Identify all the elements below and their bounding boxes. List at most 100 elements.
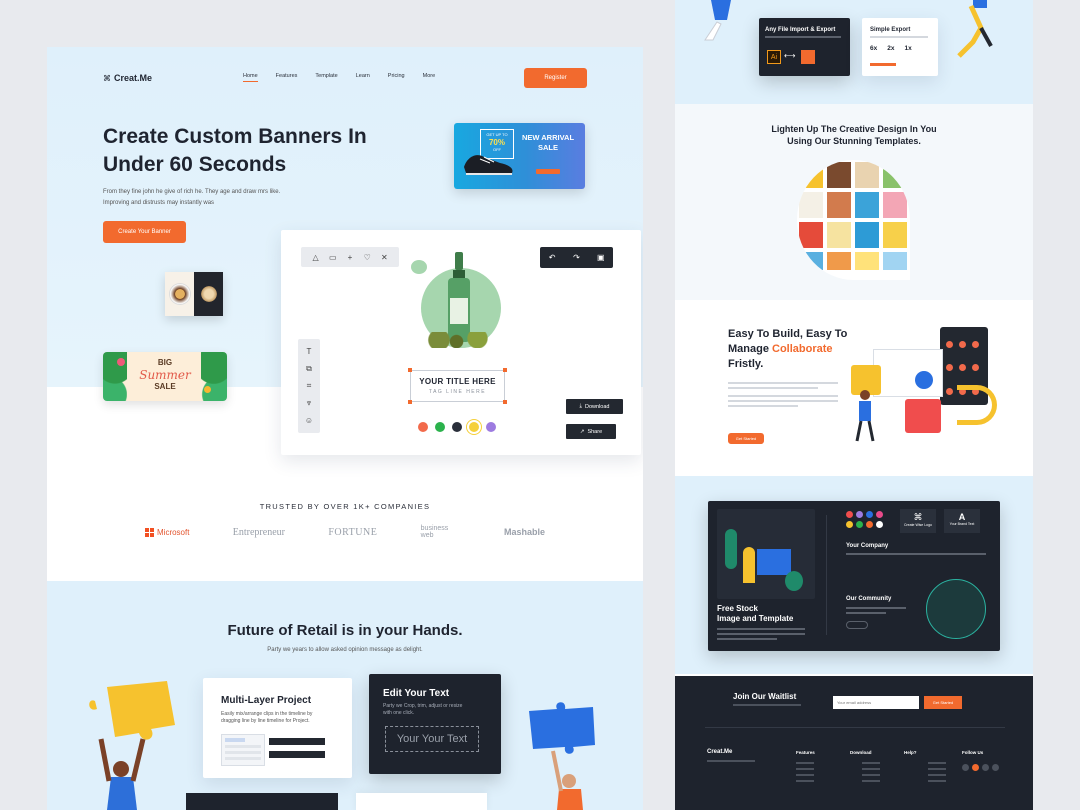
templates-gallery[interactable] <box>797 160 910 280</box>
template-thumb[interactable] <box>827 162 851 188</box>
color-swatch[interactable] <box>452 422 462 432</box>
footer-col-download: Download <box>850 750 872 755</box>
get-started-button[interactable]: Get Started <box>728 433 764 444</box>
share-button[interactable]: ↗ Share <box>566 424 616 439</box>
resize-handle[interactable] <box>408 368 412 372</box>
social-icon[interactable] <box>992 764 999 771</box>
logo-microsoft: Microsoft <box>145 527 189 537</box>
title-textbox[interactable]: YOUR TITLE HERE TAG LINE HERE <box>408 368 507 404</box>
history-toolbar: ↶ ↷ ▣ <box>540 247 613 268</box>
color-palette <box>418 422 496 432</box>
banner-title: NEW ARRIVAL SALE <box>521 133 575 152</box>
community-button[interactable] <box>846 621 868 629</box>
waitlist-desc <box>733 704 801 706</box>
export-size-1x[interactable]: 1x <box>904 45 911 52</box>
crop-icon[interactable]: ⌗ <box>304 381 314 391</box>
logo[interactable]: ⌘ Creat.Me <box>103 73 152 83</box>
template-thumb[interactable] <box>799 192 823 218</box>
register-button[interactable]: Register <box>524 68 587 88</box>
color-swatch[interactable] <box>486 422 496 432</box>
preview-card-dark <box>186 793 338 810</box>
person-illustration <box>855 390 875 442</box>
waitlist-email-input[interactable] <box>833 696 919 709</box>
illustrator-icon: Ai <box>767 50 781 64</box>
nav-pricing[interactable]: Pricing <box>388 73 405 82</box>
template-thumb[interactable] <box>799 222 823 248</box>
landing-page-right: Any File Import & Export Ai ⟷ Simple Exp… <box>675 0 1033 810</box>
nav-learn[interactable]: Learn <box>356 73 370 82</box>
resize-handle[interactable] <box>408 400 412 404</box>
shoe-image <box>460 147 516 177</box>
build-illustration <box>845 327 1000 447</box>
sample-text-box[interactable]: Your Your Text <box>385 726 479 752</box>
template-thumb[interactable] <box>855 252 879 270</box>
filter-icon[interactable]: ⩔ <box>304 398 314 408</box>
social-icon[interactable] <box>982 764 989 771</box>
olive-branch <box>425 332 495 348</box>
preview-card-light <box>356 793 487 810</box>
app-preview-light <box>873 349 943 397</box>
download-button[interactable]: ⤓ Download <box>566 399 623 414</box>
triangle-icon[interactable]: △ <box>311 252 321 262</box>
edit-text-desc: Party we Crop, trim, adjust or resize wi… <box>383 703 463 716</box>
nav-home[interactable]: Home <box>243 73 258 82</box>
banner-shop-button[interactable] <box>536 169 560 174</box>
template-thumb[interactable] <box>827 192 851 218</box>
redo-icon[interactable]: ↷ <box>571 253 581 263</box>
resize-handle[interactable] <box>503 400 507 404</box>
template-grid <box>797 160 910 272</box>
footer-logo[interactable]: Creat.Me <box>707 749 732 755</box>
puzzle-person-right <box>529 702 595 810</box>
stock-desc <box>717 628 805 640</box>
layers-icon[interactable]: ⧉ <box>304 364 314 374</box>
create-banner-button[interactable]: Create Your Banner <box>103 221 186 243</box>
template-thumb[interactable] <box>883 192 907 218</box>
nav-features[interactable]: Features <box>276 73 298 82</box>
logo-entrepreneur: Entrepreneur <box>232 526 285 538</box>
template-thumb[interactable] <box>827 252 851 270</box>
hand-illustration <box>957 385 997 425</box>
shoe-banner-ad[interactable]: GET UP TO 70% OFF NEW ARRIVAL SALE <box>454 123 585 189</box>
timeline-track[interactable] <box>269 738 325 745</box>
add-icon[interactable]: + <box>345 252 355 262</box>
template-thumb[interactable] <box>855 222 879 248</box>
undo-icon[interactable]: ↶ <box>547 253 557 263</box>
landing-page-left: ⌘ Creat.Me Home Features Template Learn … <box>47 47 643 810</box>
export-size-2x[interactable]: 2x <box>887 45 894 52</box>
product-image[interactable] <box>411 252 507 354</box>
template-thumb[interactable] <box>883 252 907 270</box>
food-thumbnail[interactable] <box>165 272 223 316</box>
waitlist-title: Join Our Waitlist <box>733 692 797 701</box>
microsoft-icon <box>145 527 154 537</box>
logo-tile[interactable]: ⌘ Create Wise Logo <box>900 509 936 533</box>
heart-icon[interactable]: ♡ <box>362 252 372 262</box>
brand-text-tile[interactable]: A Your Brand Text <box>944 509 980 533</box>
timeline-track[interactable] <box>269 751 325 758</box>
text-icon[interactable]: T <box>304 347 314 357</box>
social-icon[interactable] <box>962 764 969 771</box>
nav-template[interactable]: Template <box>315 73 337 82</box>
image-icon[interactable]: ▣ <box>596 253 606 263</box>
template-thumb[interactable] <box>855 162 879 188</box>
footer-divider <box>705 727 1005 728</box>
resize-handle[interactable] <box>503 368 507 372</box>
template-thumb[interactable] <box>855 192 879 218</box>
nav-more[interactable]: More <box>423 73 436 82</box>
export-size-6x[interactable]: 6x <box>870 45 877 52</box>
color-swatch[interactable] <box>469 422 479 432</box>
waitlist-submit-button[interactable]: Get Started <box>924 696 962 709</box>
summer-sale-banner[interactable]: BIG Summer SALE <box>103 352 227 401</box>
layout-icon[interactable]: ▭ <box>328 252 338 262</box>
color-swatch[interactable] <box>418 422 428 432</box>
close-icon[interactable]: ✕ <box>379 252 389 262</box>
export-sizes: 6x 2x 1x <box>870 45 912 52</box>
social-icon[interactable] <box>972 764 979 771</box>
shape-toolbar: △ ▭ + ♡ ✕ <box>301 247 399 267</box>
template-thumb[interactable] <box>827 222 851 248</box>
file-import-title: Any File Import & Export <box>765 27 836 33</box>
banner-editor: △ ▭ + ♡ ✕ ↶ ↷ ▣ T ⧉ ⌗ ⩔ ☺ YOUR TITLE HER… <box>281 230 641 455</box>
hero-title: Create Custom Banners In Under 60 Second… <box>103 125 367 176</box>
template-thumb[interactable] <box>883 222 907 248</box>
emoji-icon[interactable]: ☺ <box>304 415 314 425</box>
color-swatch[interactable] <box>435 422 445 432</box>
